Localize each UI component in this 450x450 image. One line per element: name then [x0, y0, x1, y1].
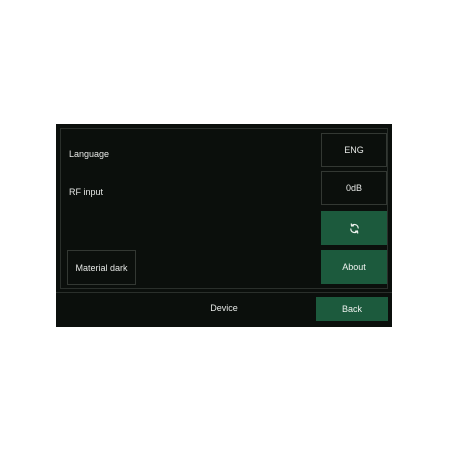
footer-divider — [56, 292, 392, 293]
back-button[interactable]: Back — [316, 297, 388, 321]
refresh-icon — [349, 222, 360, 234]
settings-panel: Language ENG RF input 0dB Material dark … — [60, 128, 388, 289]
refresh-button[interactable] — [321, 211, 387, 245]
language-button[interactable]: ENG — [321, 133, 387, 167]
theme-button[interactable]: Material dark — [67, 250, 136, 285]
rf-input-button[interactable]: 0dB — [321, 171, 387, 205]
language-label: Language — [69, 149, 110, 159]
about-button[interactable]: About — [321, 250, 387, 284]
rf-input-label: RF input — [69, 187, 104, 197]
device-screen: Language ENG RF input 0dB Material dark … — [56, 124, 392, 327]
